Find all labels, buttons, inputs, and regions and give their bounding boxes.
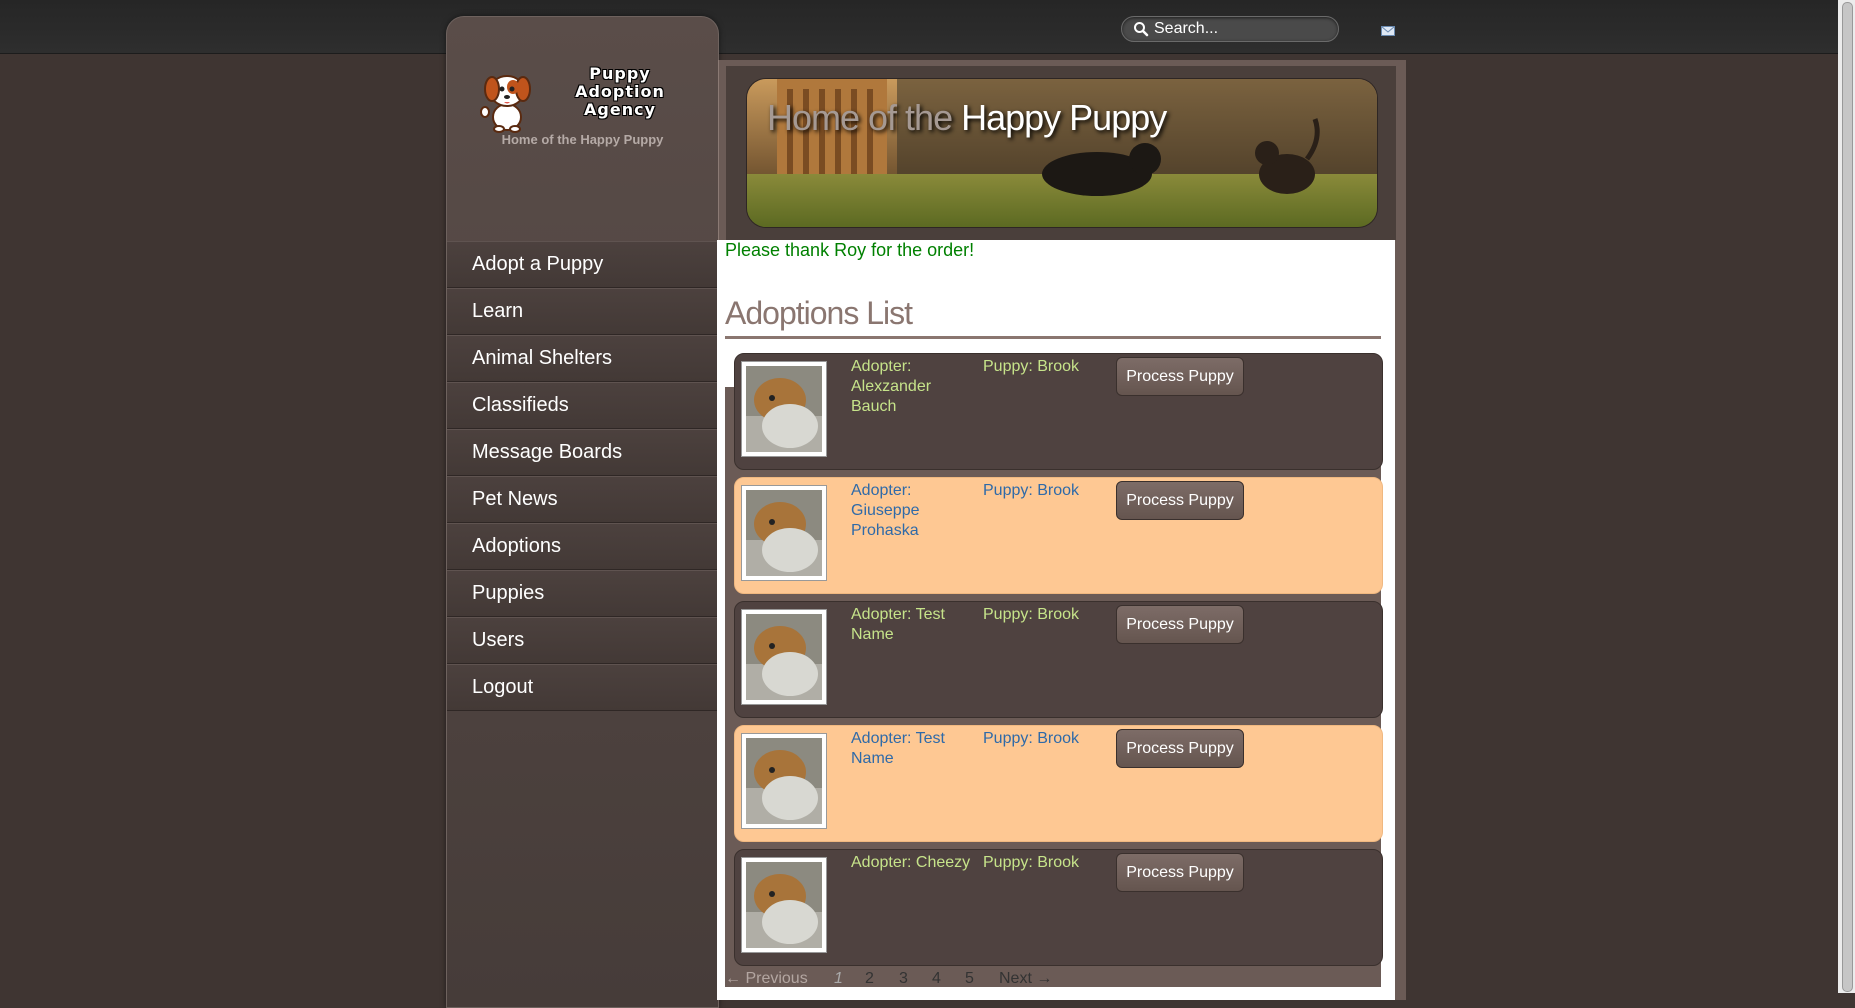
adoption-row: Adopter: Giuseppe Prohaska Puppy: Brook …: [734, 477, 1383, 594]
flash-message: Please thank Roy for the order!: [725, 240, 975, 260]
adoption-row: Adopter: Test Name Puppy: Brook Process …: [734, 601, 1383, 718]
puppy-name: Puppy: Brook: [983, 482, 1080, 499]
main-content: Please thank Roy for the order! Adoption…: [717, 240, 1395, 1000]
process-puppy-button[interactable]: Process Puppy: [1116, 729, 1244, 768]
adopter-name: Adopter: Test Name: [851, 606, 945, 643]
process-puppy-button[interactable]: Process Puppy: [1116, 605, 1244, 644]
puppy-photo-icon: [746, 490, 822, 576]
puppy-name: Puppy: Brook: [983, 358, 1080, 375]
nav-item-users[interactable]: Users: [447, 617, 718, 664]
adopter-name: Adopter: Giuseppe Prohaska: [851, 482, 920, 539]
pagination-previous: ← Previous: [725, 970, 808, 987]
process-puppy-button[interactable]: Process Puppy: [1116, 853, 1244, 892]
scrollbar-thumb[interactable]: [1842, 2, 1853, 992]
main-nav: Adopt a Puppy Learn Animal Shelters Clas…: [447, 241, 718, 711]
scrollbar[interactable]: [1838, 0, 1855, 993]
pagination-page-link[interactable]: 5: [965, 970, 974, 988]
puppy-name: Puppy: Brook: [983, 730, 1080, 747]
puppy-photo-icon: [746, 366, 822, 452]
nav-item-learn[interactable]: Learn: [447, 288, 718, 335]
puppy-thumbnail: [741, 733, 827, 829]
pagination-next[interactable]: Next →: [999, 970, 1052, 988]
adoption-row: Adopter: Test Name Puppy: Brook Process …: [734, 725, 1383, 842]
puppy-logo-icon: [480, 75, 531, 133]
nav-item-pet-news[interactable]: Pet News: [447, 476, 718, 523]
puppy-thumbnail: [741, 361, 827, 457]
adopter-name: Adopter: Alexzander Bauch: [851, 358, 932, 415]
search-box[interactable]: [1121, 16, 1339, 42]
nav-item-adoptions[interactable]: Adoptions: [447, 523, 718, 570]
nav-item-message-boards[interactable]: Message Boards: [447, 429, 718, 476]
tagline: Home of the Happy Puppy: [501, 132, 664, 147]
pagination-page-link[interactable]: 4: [932, 970, 941, 988]
pagination-page-link[interactable]: 3: [899, 970, 908, 988]
puppy-thumbnail: [741, 485, 827, 581]
puppy-thumbnail: [741, 857, 827, 953]
process-puppy-button[interactable]: Process Puppy: [1116, 481, 1244, 520]
pagination: ← Previous 1 2 3 4 5 Next →: [725, 970, 1381, 990]
top-bar: [0, 0, 1838, 54]
puppy-photo-icon: [746, 738, 822, 824]
nav-item-puppies[interactable]: Puppies: [447, 570, 718, 617]
pagination-page-link[interactable]: 2: [865, 970, 874, 988]
search-input[interactable]: [1154, 19, 1328, 39]
nav-item-logout[interactable]: Logout: [447, 664, 718, 711]
adopter-name: Adopter: Test Name: [851, 730, 945, 767]
process-puppy-button[interactable]: Process Puppy: [1116, 357, 1244, 396]
nav-item-animal-shelters[interactable]: Animal Shelters: [447, 335, 718, 382]
puppy-photo-icon: [746, 862, 822, 948]
puppy-name: Puppy: Brook: [983, 854, 1080, 871]
header-banner: Home of the Happy Puppy: [746, 78, 1378, 228]
adopter-name: Adopter: Cheezy: [851, 854, 971, 871]
banner-title: Home of the Happy Puppy: [767, 97, 1167, 138]
puppy-photo-icon: [746, 614, 822, 700]
search-icon: [1134, 22, 1149, 37]
adoption-row: Adopter: Cheezy Puppy: Brook Process Pup…: [734, 849, 1383, 966]
logo-text: Puppy Adoption Agency: [575, 64, 665, 119]
mail-icon[interactable]: [1381, 26, 1395, 36]
nav-item-classifieds[interactable]: Classifieds: [447, 382, 718, 429]
puppy-name: Puppy: Brook: [983, 606, 1080, 623]
adoption-row: Adopter: Alexzander Bauch Puppy: Brook P…: [734, 353, 1383, 470]
sidebar: Puppy Adoption Agency Home of the Happy …: [446, 16, 719, 1008]
puppy-thumbnail: [741, 609, 827, 705]
nav-item-adopt-a-puppy[interactable]: Adopt a Puppy: [447, 241, 718, 288]
page-title: Adoptions List: [725, 296, 1381, 339]
pagination-current-page: 1: [834, 970, 843, 987]
